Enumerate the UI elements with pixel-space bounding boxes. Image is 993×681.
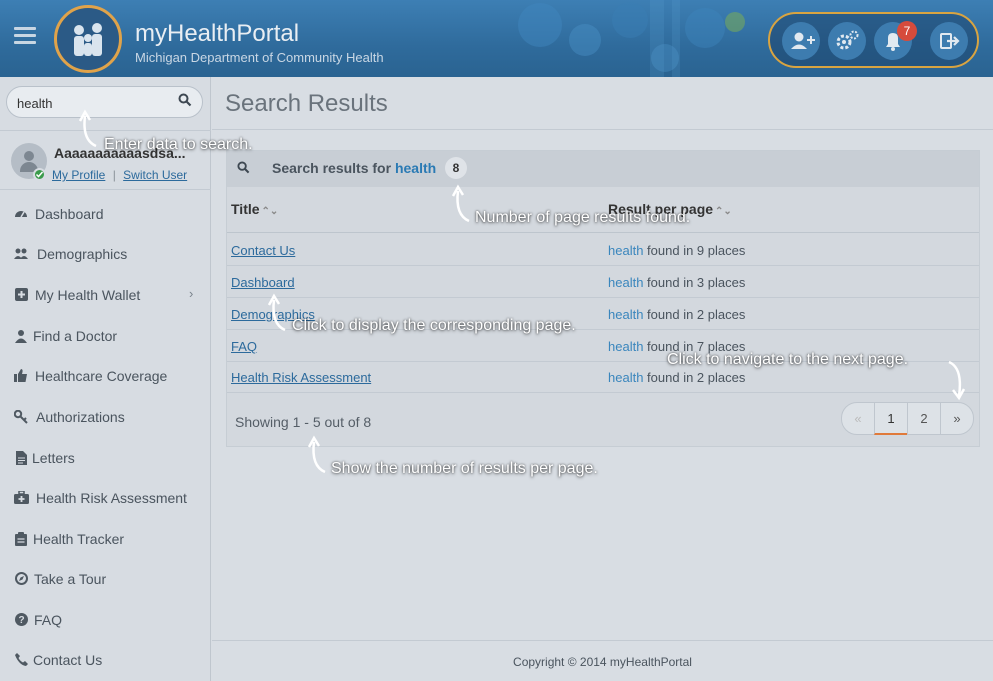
sidebar-item-label: My Health Wallet	[35, 287, 141, 303]
results-search-term: health	[394, 160, 437, 176]
users-icon	[13, 247, 29, 264]
sidebar-item-dashboard[interactable]: Dashboard	[0, 195, 211, 235]
sidebar: Aaaaaaaaaaasdsa... My Profile | Switch U…	[0, 77, 211, 681]
prev-page-button[interactable]: «	[841, 402, 875, 435]
sidebar-item-health-risk-assessment[interactable]: Health Risk Assessment	[0, 479, 211, 519]
result-title-link[interactable]: FAQ	[231, 339, 257, 354]
sidebar-item-label: Health Tracker	[33, 531, 125, 547]
online-status-icon	[33, 168, 46, 181]
sidebar-item-label: Contact Us	[33, 652, 103, 668]
compass-icon	[13, 572, 29, 588]
doctor-icon	[13, 329, 29, 346]
sidebar-item-authorizations[interactable]: Authorizations	[0, 398, 211, 438]
curved-arrow-icon	[307, 435, 326, 474]
document-icon	[13, 451, 29, 468]
sidebar-item-label: Take a Tour	[34, 571, 107, 587]
result-title-link[interactable]: Health Risk Assessment	[231, 370, 371, 385]
result-count-text: health found in 9 places	[608, 243, 746, 258]
profile-links: My Profile | Switch User	[52, 168, 187, 182]
result-count-text: health found in 2 places	[608, 307, 746, 322]
search-icon[interactable]	[178, 93, 192, 110]
header-actions	[768, 12, 979, 68]
results-prefix: Search results for	[272, 160, 392, 176]
question-icon: ?	[13, 613, 29, 629]
svg-text:?: ?	[18, 615, 24, 626]
my-profile-link[interactable]: My Profile	[52, 168, 105, 182]
annotation-next: Click to navigate to the next page.	[667, 351, 909, 368]
sidebar-item-demographics[interactable]: Demographics	[0, 235, 211, 275]
sidebar-item-label: Healthcare Coverage	[35, 368, 168, 384]
showing-summary: Showing 1 - 5 out of 8	[235, 414, 372, 430]
table-row: Contact Us health found in 9 places	[227, 234, 979, 266]
footer-copyright: Copyright © 2014 myHealthPortal	[513, 655, 692, 669]
result-title-link[interactable]: Dashboard	[231, 275, 295, 290]
portal-logo	[54, 5, 122, 73]
results-header: Search results for health 8	[227, 151, 979, 187]
sort-icon: ⌃⌄	[715, 206, 732, 217]
plus-square-icon	[13, 288, 29, 304]
phone-icon	[13, 653, 29, 669]
annotation-count: Number of page results found.	[475, 209, 691, 226]
medkit-icon	[13, 490, 29, 507]
settings-icon[interactable]	[828, 22, 866, 60]
annotation-link: Click to display the corresponding page.	[292, 317, 576, 334]
profile-links-separator: |	[112, 168, 116, 182]
sidebar-item-label: Find a Doctor	[33, 328, 118, 344]
next-page-button[interactable]: »	[940, 402, 974, 435]
sort-icon: ⌃⌄	[261, 206, 279, 217]
chevron-right-icon: ›	[189, 286, 194, 301]
sidebar-item-label: Authorizations	[36, 409, 125, 425]
table-row: Dashboard health found in 3 places	[227, 266, 979, 298]
dashboard-icon	[13, 207, 29, 224]
sidebar-item-healthcare-coverage[interactable]: Healthcare Coverage	[0, 357, 211, 397]
notification-badge: 7	[897, 21, 917, 41]
page-button-2[interactable]: 2	[907, 402, 941, 435]
search-results-panel: Search results for health 8 Title ⌃⌄ Resu…	[226, 150, 980, 447]
search-box	[6, 86, 203, 118]
sidebar-item-label: Dashboard	[35, 206, 104, 222]
results-count-badge: 8	[445, 157, 467, 179]
sidebar-item-letters[interactable]: Letters	[0, 439, 211, 479]
page-title: Search Results	[225, 90, 388, 117]
footer-divider	[212, 640, 993, 641]
result-count-text: health found in 2 places	[608, 370, 746, 385]
sidebar-item-health-tracker[interactable]: Health Tracker	[0, 520, 211, 560]
results-summary: Search results for health	[272, 160, 436, 176]
annotation-showing: Show the number of results per page.	[331, 460, 598, 477]
search-icon	[237, 161, 250, 177]
result-count-text: health found in 3 places	[608, 275, 746, 290]
sidebar-item-contact-us[interactable]: Contact Us	[0, 641, 211, 681]
title-divider	[212, 129, 993, 130]
curved-arrow-icon	[948, 360, 966, 401]
curved-arrow-icon	[451, 184, 470, 223]
logout-icon[interactable]	[930, 22, 968, 60]
sidebar-item-my-health-wallet[interactable]: My Health Wallet ›	[0, 276, 211, 316]
clipboard-icon	[13, 532, 29, 549]
add-user-icon[interactable]	[782, 22, 820, 60]
menu-toggle-icon[interactable]	[14, 27, 36, 45]
brand-title: myHealthPortal	[135, 20, 300, 47]
sidebar-item-label: FAQ	[34, 612, 63, 628]
app-header: myHealthPortal Michigan Department of Co…	[0, 0, 993, 77]
curved-arrow-icon	[78, 109, 97, 148]
key-icon	[13, 409, 29, 427]
sidebar-item-label: Demographics	[37, 246, 128, 262]
page-button-1[interactable]: 1	[874, 402, 908, 435]
curved-arrow-icon	[267, 293, 286, 332]
sidebar-item-label: Letters	[32, 450, 75, 466]
result-title-link[interactable]: Contact Us	[231, 243, 295, 258]
column-header-title[interactable]: Title ⌃⌄	[231, 201, 278, 217]
sidebar-item-faq[interactable]: ? FAQ	[0, 601, 211, 641]
sidebar-item-take-a-tour[interactable]: Take a Tour	[0, 560, 211, 600]
thumbs-up-icon	[13, 369, 29, 385]
brand-subtitle: Michigan Department of Community Health	[135, 50, 384, 65]
annotation-search: Enter data to search.	[104, 136, 253, 153]
switch-user-link[interactable]: Switch User	[123, 168, 187, 182]
sidebar-item-find-a-doctor[interactable]: Find a Doctor	[0, 317, 211, 357]
sidebar-item-label: Health Risk Assessment	[36, 490, 187, 506]
